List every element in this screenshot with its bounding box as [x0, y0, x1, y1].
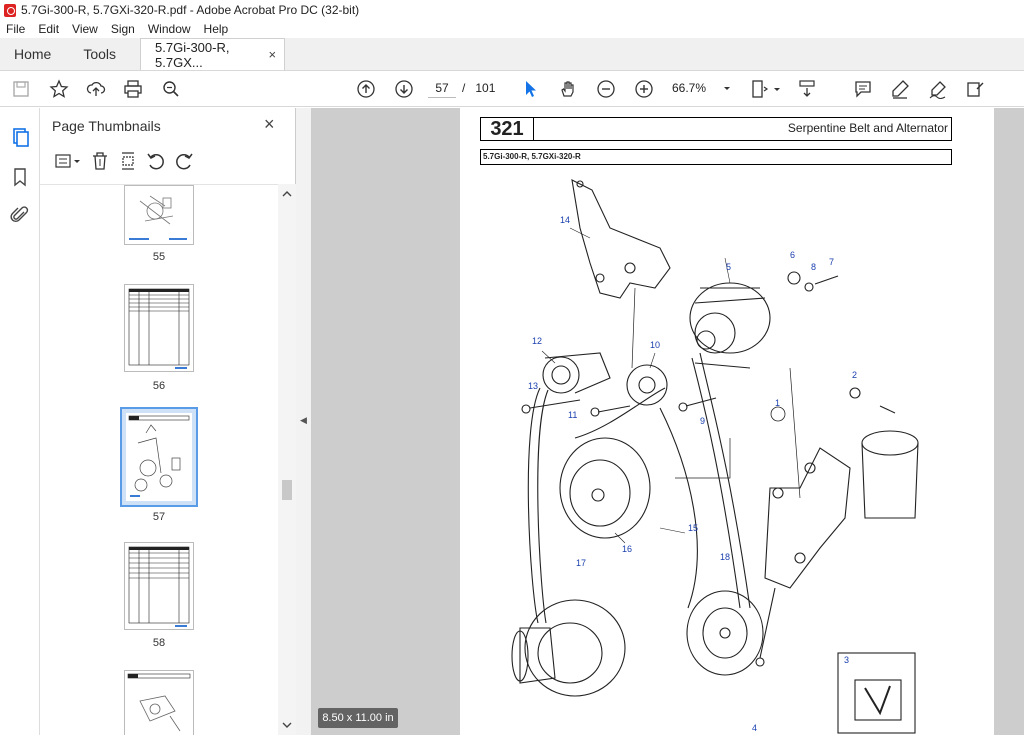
rotate-right-icon[interactable]	[170, 148, 198, 174]
callout-label: 15	[688, 523, 699, 533]
thumbnail-page-selected[interactable]	[120, 407, 198, 507]
save-icon[interactable]	[10, 78, 32, 100]
chevron-down-icon	[724, 87, 730, 90]
thumbnail-scrollbar[interactable]	[278, 184, 296, 735]
insert-page-icon[interactable]	[114, 148, 142, 174]
bookmark-star-icon[interactable]	[48, 78, 70, 100]
acrobat-icon	[4, 3, 16, 17]
callout-label: 13	[528, 381, 539, 391]
zoom-in-icon[interactable]	[633, 78, 655, 100]
scrollbar-thumb[interactable]	[282, 480, 292, 500]
close-tab-icon[interactable]: ×	[268, 47, 276, 62]
next-page-icon[interactable]	[393, 78, 415, 100]
thumbnail-page[interactable]	[124, 284, 194, 372]
callout-label: 5	[726, 262, 732, 272]
menu-file[interactable]: File	[6, 22, 25, 36]
callout-label: 8	[811, 262, 817, 272]
comment-icon[interactable]	[852, 78, 874, 100]
zoom-out-icon[interactable]	[595, 78, 617, 100]
thumbnail-list: 55 56 57 58	[40, 184, 280, 735]
model-line: 5.7Gi-300-R, 5.7GXi-320-R	[480, 149, 952, 165]
panel-toolbar	[48, 148, 198, 174]
scroll-mode-icon[interactable]	[796, 78, 818, 100]
zoom-select[interactable]: 66.7%	[672, 78, 732, 98]
menu-edit[interactable]: Edit	[38, 22, 59, 36]
callout-label: 7	[829, 257, 835, 267]
menu-view[interactable]: View	[72, 22, 98, 36]
select-cursor-icon[interactable]	[520, 78, 542, 100]
window-title: 5.7Gi-300-R, 5.7GXi-320-R.pdf - Adobe Ac…	[21, 3, 360, 17]
thumbnail-label: 58	[152, 637, 166, 649]
close-panel-icon[interactable]: ×	[264, 114, 275, 135]
page-number-input[interactable]: 57	[428, 78, 456, 98]
document-view[interactable]: 321 Serpentine Belt and Alternator 5.7Gi…	[312, 108, 1024, 735]
main-toolbar	[0, 71, 1024, 107]
panel-title: Page Thumbnails	[52, 118, 161, 134]
menu-help[interactable]: Help	[204, 22, 229, 36]
page-heading: Serpentine Belt and Alternator	[534, 117, 952, 141]
section-number: 321	[480, 117, 534, 141]
zoom-value: 66.7%	[672, 81, 707, 95]
callout-label: 9	[700, 416, 706, 426]
delete-page-icon[interactable]	[86, 148, 114, 174]
callout-label: 3	[844, 655, 850, 665]
chevron-down-icon[interactable]	[772, 78, 782, 100]
thumbnail-page[interactable]	[124, 670, 194, 735]
callout-label: 18	[720, 552, 731, 562]
previous-page-icon[interactable]	[355, 78, 377, 100]
thumbnail-page[interactable]	[124, 185, 194, 245]
fit-page-icon[interactable]	[748, 78, 770, 100]
page-size-indicator: 8.50 x 11.00 in	[318, 708, 398, 728]
tab-tools[interactable]: Tools	[65, 37, 140, 70]
thumbnail-page[interactable]	[124, 542, 194, 630]
scroll-down-icon[interactable]	[278, 719, 296, 731]
callout-label: 12	[532, 336, 543, 346]
callout-label: 17	[576, 558, 587, 568]
callout-label: 2	[852, 370, 858, 380]
tab-document[interactable]: 5.7Gi-300-R, 5.7GX... ×	[140, 38, 286, 70]
exploded-diagram	[511, 179, 919, 734]
callout-label: 16	[622, 544, 633, 554]
callout-label: 14	[560, 215, 571, 225]
menu-sign[interactable]: Sign	[111, 22, 135, 36]
thumbnail-options-icon[interactable]	[48, 148, 86, 174]
highlight-pen-icon[interactable]	[889, 78, 911, 100]
thumbnail-label: 57	[152, 511, 166, 523]
callout-label: 1	[775, 398, 781, 408]
page-total: / 101	[462, 78, 495, 98]
attachment-icon[interactable]	[9, 204, 31, 226]
bookmark-icon[interactable]	[9, 166, 31, 188]
callout-label: 6	[790, 250, 796, 260]
callout-label: 4	[752, 723, 758, 733]
thumbnails-panel: Page Thumbnails × 55 56 57 58	[40, 108, 296, 735]
page-separator: /	[462, 81, 466, 95]
thumbnail-label: 55	[152, 251, 166, 263]
collapse-panel-icon[interactable]: ◀	[300, 415, 307, 426]
scroll-up-icon[interactable]	[278, 188, 296, 200]
search-zoom-icon[interactable]	[160, 78, 182, 100]
pdf-page: 321 Serpentine Belt and Alternator 5.7Gi…	[460, 108, 994, 735]
page-thumbnails-icon[interactable]	[9, 126, 31, 148]
menu-window[interactable]: Window	[148, 22, 191, 36]
title-bar: 5.7Gi-300-R, 5.7GXi-320-R.pdf - Adobe Ac…	[0, 0, 1024, 20]
total-pages: 101	[475, 81, 496, 95]
fill-sign-icon[interactable]	[964, 78, 986, 100]
tab-home[interactable]: Home	[0, 37, 65, 70]
hand-tool-icon[interactable]	[557, 78, 579, 100]
menu-bar: File Edit View Sign Window Help	[0, 20, 1024, 38]
sign-icon[interactable]	[927, 78, 949, 100]
rotate-left-icon[interactable]	[142, 148, 170, 174]
callout-label: 10	[650, 340, 661, 350]
upload-cloud-icon[interactable]	[85, 78, 107, 100]
left-rail	[0, 108, 40, 735]
panel-splitter[interactable]: ◀	[296, 108, 312, 735]
callout-label: 11	[568, 410, 578, 420]
tab-bar: Home Tools 5.7Gi-300-R, 5.7GX... ×	[0, 38, 1024, 71]
thumbnail-label: 56	[152, 380, 166, 392]
tab-document-label: 5.7Gi-300-R, 5.7GX...	[155, 39, 230, 70]
print-icon[interactable]	[122, 78, 144, 100]
